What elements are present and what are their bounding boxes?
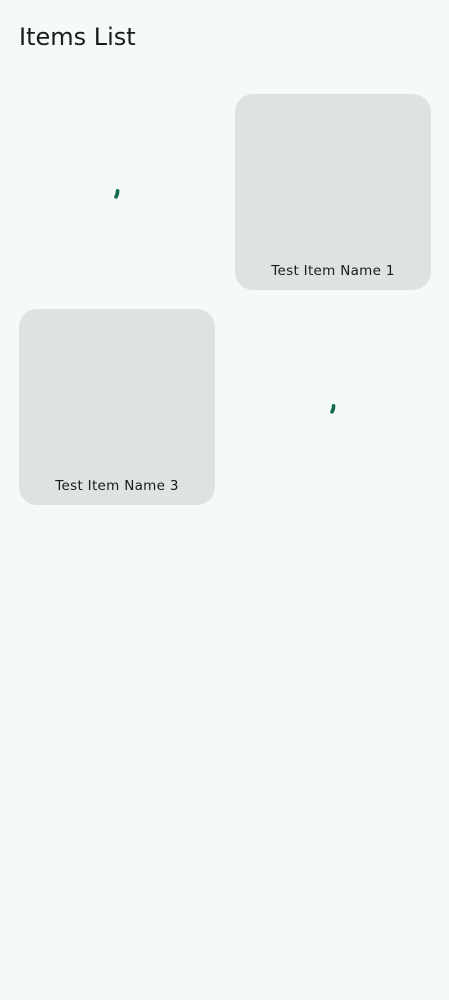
progress-spinner-icon bbox=[114, 189, 120, 199]
progress-spinner-icon bbox=[330, 404, 336, 414]
item-card[interactable]: Test Item Name 1 bbox=[235, 94, 431, 290]
items-grid: Test Item Name 1 Test Item Name 3 bbox=[19, 94, 431, 505]
item-card[interactable]: Test Item Name 3 bbox=[19, 309, 215, 505]
item-name: Test Item Name 1 bbox=[271, 263, 395, 279]
item-loading-placeholder bbox=[19, 94, 215, 290]
item-name: Test Item Name 3 bbox=[55, 478, 179, 494]
item-loading-placeholder bbox=[235, 309, 431, 505]
page-title: Items List bbox=[19, 23, 136, 51]
